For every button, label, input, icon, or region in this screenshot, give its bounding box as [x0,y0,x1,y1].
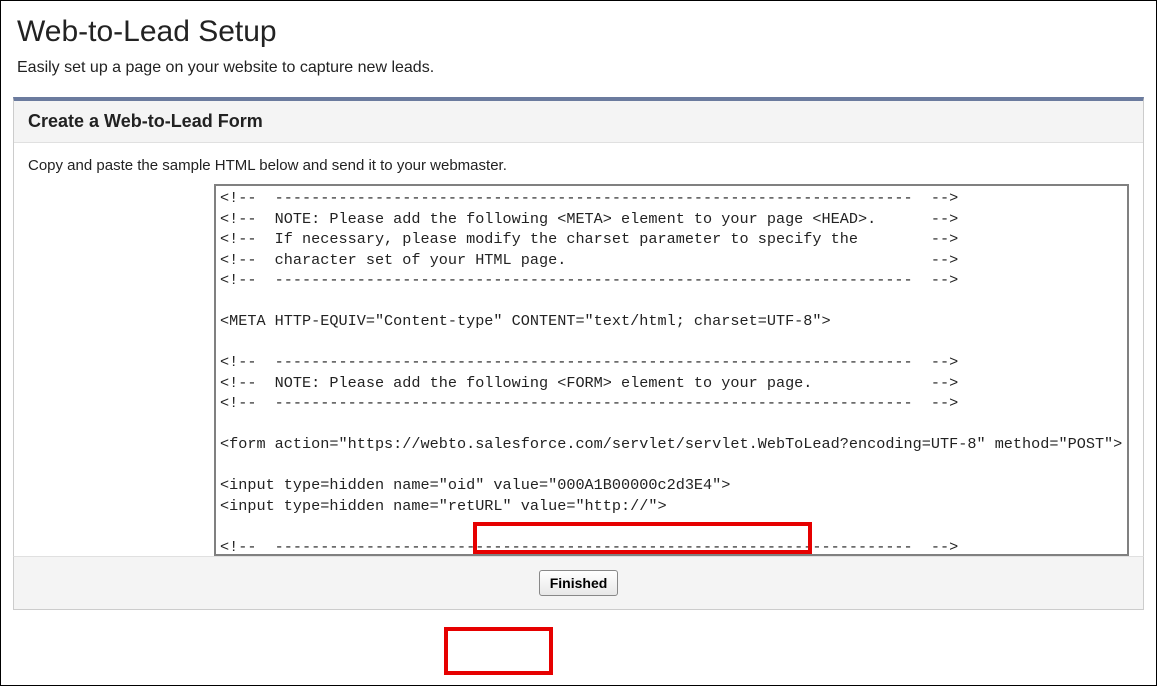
finished-button[interactable]: Finished [539,570,619,596]
form-panel: Create a Web-to-Lead Form Copy and paste… [13,97,1144,556]
page-wrapper: Web-to-Lead Setup Easily set up a page o… [0,0,1157,686]
generated-html-code[interactable]: <!-- -----------------------------------… [214,184,1129,556]
button-bar: Finished [13,556,1144,610]
code-text: <!-- -----------------------------------… [220,189,1122,556]
page-subtitle: Easily set up a page on your website to … [17,59,1140,77]
instruction-text: Copy and paste the sample HTML below and… [14,143,1143,184]
panel-heading: Create a Web-to-Lead Form [14,101,1143,143]
highlight-finished-button [444,627,553,675]
page-header: Web-to-Lead Setup Easily set up a page o… [1,1,1156,77]
page-title: Web-to-Lead Setup [17,15,1140,49]
